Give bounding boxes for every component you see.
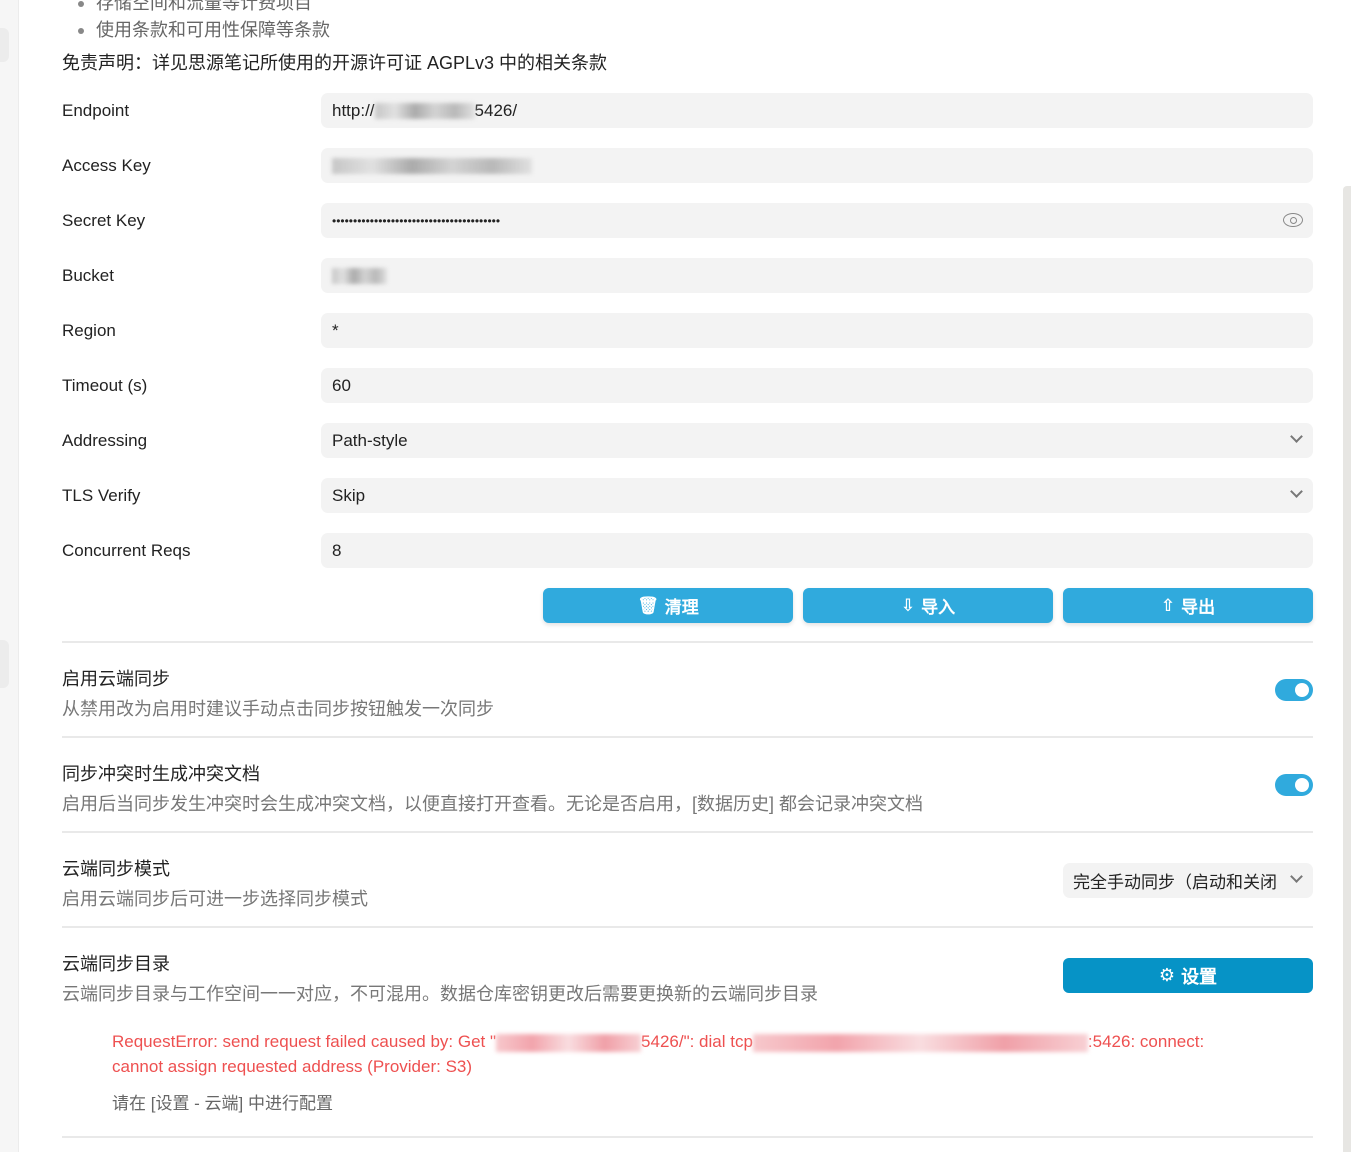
- sidebar-tab[interactable]: [0, 28, 9, 62]
- region-input[interactable]: *: [321, 313, 1313, 348]
- sync-mode-value: 完全手动同步（启动和关闭: [1073, 873, 1277, 892]
- setting-title: 云端同步目录: [62, 954, 170, 974]
- region-row: Region *: [62, 313, 1313, 348]
- redacted: [374, 102, 475, 119]
- access-key-input[interactable]: [321, 148, 1313, 183]
- purge-label: 清理: [664, 598, 699, 617]
- bucket-input[interactable]: [321, 258, 1313, 293]
- scrollbar-thumb[interactable]: [1343, 186, 1351, 1152]
- purge-button[interactable]: 🗑︎ 清理: [543, 588, 793, 623]
- conflict-doc-toggle[interactable]: [1275, 774, 1313, 796]
- cloud-sync-toggle[interactable]: [1275, 679, 1313, 701]
- chevron-down-icon: [1290, 870, 1303, 883]
- addressing-label: Addressing: [62, 430, 148, 450]
- divider: [62, 926, 1313, 928]
- region-label: Region: [62, 320, 116, 340]
- error-text: 5426/": dial tcp: [641, 1032, 753, 1051]
- divider: [62, 1136, 1313, 1138]
- list-item: 使用条款和可用性保障等条款: [78, 17, 330, 44]
- sync-mode-select[interactable]: 完全手动同步（启动和关闭: [1063, 863, 1313, 898]
- setting-desc: 从禁用改为启用时建议手动点击同步按钮触发一次同步: [62, 699, 494, 719]
- endpoint-row: Endpoint http:// 5426/: [62, 93, 1313, 128]
- tls-verify-select[interactable]: Skip: [321, 478, 1313, 513]
- trash-icon: 🗑︎: [637, 595, 659, 615]
- endpoint-input[interactable]: http:// 5426/: [321, 93, 1313, 128]
- upload-icon: ⇧: [1160, 595, 1176, 615]
- access-key-label: Access Key: [62, 155, 151, 175]
- redacted: [496, 1033, 642, 1052]
- chevron-down-icon: [1290, 430, 1303, 443]
- import-button[interactable]: ⇩ 导入: [803, 588, 1053, 623]
- endpoint-suffix: 5426/: [474, 100, 518, 120]
- sync-directory-settings-button[interactable]: ⚙ 设置: [1063, 958, 1313, 993]
- concurrent-input[interactable]: 8: [321, 533, 1313, 568]
- error-text: RequestError: send request failed caused…: [112, 1032, 497, 1051]
- setting-title: 同步冲突时生成冲突文档: [62, 764, 260, 784]
- access-key-row: Access Key: [62, 148, 1313, 183]
- addressing-row: Addressing Path-style: [62, 423, 1313, 458]
- setting-title: 云端同步模式: [62, 859, 170, 879]
- concurrent-row: Concurrent Reqs 8: [62, 533, 1313, 568]
- export-label: 导出: [1181, 598, 1216, 617]
- tls-verify-value: Skip: [332, 485, 366, 505]
- redacted: [752, 1033, 1088, 1052]
- import-label: 导入: [921, 598, 956, 617]
- gear-icon: ⚙: [1158, 965, 1176, 985]
- redacted: [332, 267, 387, 284]
- config-hint: 请在 [设置 - 云端] 中进行配置: [112, 1094, 333, 1113]
- tls-verify-label: TLS Verify: [62, 485, 141, 505]
- intro-list: 存储空间和流量等计费项目 使用条款和可用性保障等条款: [78, 0, 330, 44]
- settings-label: 设置: [1181, 966, 1218, 987]
- secret-key-input[interactable]: ••••••••••••••••••••••••••••••••••••••••: [321, 203, 1313, 238]
- timeout-row: Timeout (s) 60: [62, 368, 1313, 403]
- download-icon: ⇩: [900, 595, 916, 615]
- tls-verify-row: TLS Verify Skip: [62, 478, 1313, 513]
- redacted: [332, 157, 532, 174]
- chevron-down-icon: [1290, 485, 1303, 498]
- bucket-row: Bucket: [62, 258, 1313, 293]
- divider: [62, 831, 1313, 833]
- sidebar-tab[interactable]: [0, 640, 9, 688]
- divider: [62, 641, 1313, 643]
- left-sidebar: [0, 0, 19, 1152]
- timeout-input[interactable]: 60: [321, 368, 1313, 403]
- secret-key-label: Secret Key: [62, 210, 146, 230]
- scrollbar[interactable]: [1342, 0, 1351, 1152]
- secret-key-value: ••••••••••••••••••••••••••••••••••••••••: [332, 213, 501, 228]
- setting-desc: 启用云端同步后可进一步选择同步模式: [62, 889, 368, 909]
- secret-key-row: Secret Key •••••••••••••••••••••••••••••…: [62, 203, 1313, 238]
- setting-title: 启用云端同步: [62, 669, 170, 689]
- concurrent-label: Concurrent Reqs: [62, 540, 191, 560]
- disclaimer: 免责声明：详见思源笔记所使用的开源许可证 AGPLv3 中的相关条款: [62, 53, 608, 73]
- addressing-select[interactable]: Path-style: [321, 423, 1313, 458]
- addressing-value: Path-style: [332, 430, 408, 450]
- divider: [62, 736, 1313, 738]
- endpoint-prefix: http://: [332, 100, 375, 120]
- export-button[interactable]: ⇧ 导出: [1063, 588, 1313, 623]
- setting-desc: 启用后当同步发生冲突时会生成冲突文档，以便直接打开查看。无论是否启用，[数据历史…: [62, 794, 923, 814]
- eye-icon[interactable]: [1283, 213, 1303, 227]
- setting-desc: 云端同步目录与工作空间一一对应，不可混用。数据仓库密钥更改后需要更换新的云端同步…: [62, 984, 818, 1004]
- endpoint-label: Endpoint: [62, 100, 130, 120]
- timeout-label: Timeout (s): [62, 375, 148, 395]
- list-item: 存储空间和流量等计费项目: [78, 0, 330, 17]
- bucket-label: Bucket: [62, 265, 114, 285]
- error-message: RequestError: send request failed caused…: [112, 1029, 1242, 1079]
